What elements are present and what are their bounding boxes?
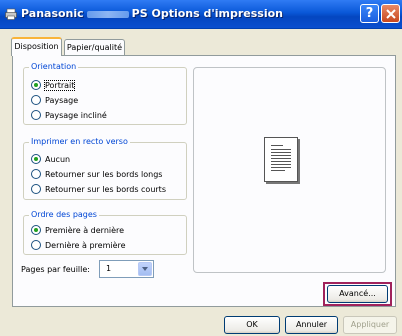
tab-disposition[interactable]: Disposition bbox=[11, 37, 62, 56]
duplex-legend: Imprimer en recto verso bbox=[29, 137, 130, 146]
radio-indicator bbox=[31, 169, 41, 179]
radio-indicator bbox=[31, 154, 41, 164]
orientation-legend: Orientation bbox=[29, 62, 79, 71]
help-icon: ? bbox=[365, 6, 374, 21]
duplex-group: Imprimer en recto verso Aucun Retourner … bbox=[23, 137, 187, 200]
chevron-down-icon[interactable] bbox=[138, 262, 152, 276]
radio-derniere-a-premiere-label: Dernière à première bbox=[45, 240, 126, 250]
radio-bords-courts[interactable]: Retourner sur les bords courts bbox=[31, 183, 166, 195]
radio-portrait[interactable]: Portrait bbox=[31, 79, 76, 91]
radio-premiere-a-derniere[interactable]: Première à dernière bbox=[31, 224, 124, 236]
radio-indicator bbox=[31, 240, 41, 250]
close-button[interactable] bbox=[381, 4, 400, 23]
layout-preview bbox=[193, 67, 386, 273]
radio-bords-courts-label: Retourner sur les bords courts bbox=[45, 184, 166, 194]
tab-papier-qualite[interactable]: Papier/qualité bbox=[64, 39, 125, 55]
redacted-model bbox=[86, 10, 129, 18]
pages-per-sheet-label: Pages par feuille: bbox=[21, 265, 90, 274]
radio-aucun[interactable]: Aucun bbox=[31, 153, 70, 165]
tab-disposition-label: Disposition bbox=[14, 42, 59, 51]
page-order-group: Ordre des pages Première à dernière Dern… bbox=[23, 210, 187, 255]
radio-indicator bbox=[31, 110, 41, 120]
radio-paysage[interactable]: Paysage bbox=[31, 94, 78, 106]
window-title-suffix: PS Options d'impression bbox=[131, 7, 283, 20]
cancel-button-label: Annuler bbox=[295, 320, 328, 329]
radio-indicator bbox=[31, 95, 41, 105]
printer-icon bbox=[5, 8, 17, 20]
apply-button-label: Appliquer bbox=[350, 320, 390, 329]
advanced-highlight: Avancé... bbox=[323, 282, 392, 306]
radio-paysage-label: Paysage bbox=[45, 95, 79, 105]
pages-per-sheet-select[interactable]: 1 bbox=[99, 260, 154, 278]
page-order-legend: Ordre des pages bbox=[29, 210, 99, 219]
window-title-prefix: Panasonic bbox=[21, 7, 84, 20]
radio-paysage-incline-label: Paysage incliné bbox=[45, 110, 107, 120]
cancel-button[interactable]: Annuler bbox=[285, 316, 338, 334]
radio-portrait-label: Portrait bbox=[43, 79, 76, 91]
tab-papier-qualite-label: Papier/qualité bbox=[66, 43, 123, 52]
advanced-button-label: Avancé... bbox=[339, 289, 376, 298]
page-preview-icon bbox=[264, 137, 298, 182]
ok-button[interactable]: OK bbox=[224, 316, 280, 334]
radio-indicator bbox=[31, 184, 41, 194]
window-title: Panasonic PS Options d'impression bbox=[21, 7, 283, 20]
help-button[interactable]: ? bbox=[360, 4, 379, 23]
orientation-group: Orientation Portrait Paysage Paysage inc… bbox=[23, 62, 187, 125]
radio-derniere-a-premiere[interactable]: Dernière à première bbox=[31, 239, 126, 251]
tab-panel-disposition: Orientation Portrait Paysage Paysage inc… bbox=[12, 55, 396, 307]
apply-button: Appliquer bbox=[343, 316, 397, 334]
radio-indicator bbox=[31, 80, 41, 90]
advanced-button[interactable]: Avancé... bbox=[327, 285, 388, 303]
radio-premiere-a-derniere-label: Première à dernière bbox=[45, 225, 125, 235]
radio-bords-longs[interactable]: Retourner sur les bords longs bbox=[31, 168, 162, 180]
dialog-footer: OK Annuler Appliquer bbox=[0, 314, 402, 336]
pages-per-sheet-value: 1 bbox=[106, 264, 112, 273]
radio-aucun-label: Aucun bbox=[45, 154, 71, 164]
radio-bords-longs-label: Retourner sur les bords longs bbox=[45, 169, 163, 179]
close-icon bbox=[385, 8, 396, 19]
radio-paysage-incline[interactable]: Paysage incliné bbox=[31, 109, 107, 121]
title-bar: Panasonic PS Options d'impression ? bbox=[0, 0, 402, 29]
radio-indicator bbox=[31, 225, 41, 235]
ok-button-label: OK bbox=[246, 320, 258, 329]
